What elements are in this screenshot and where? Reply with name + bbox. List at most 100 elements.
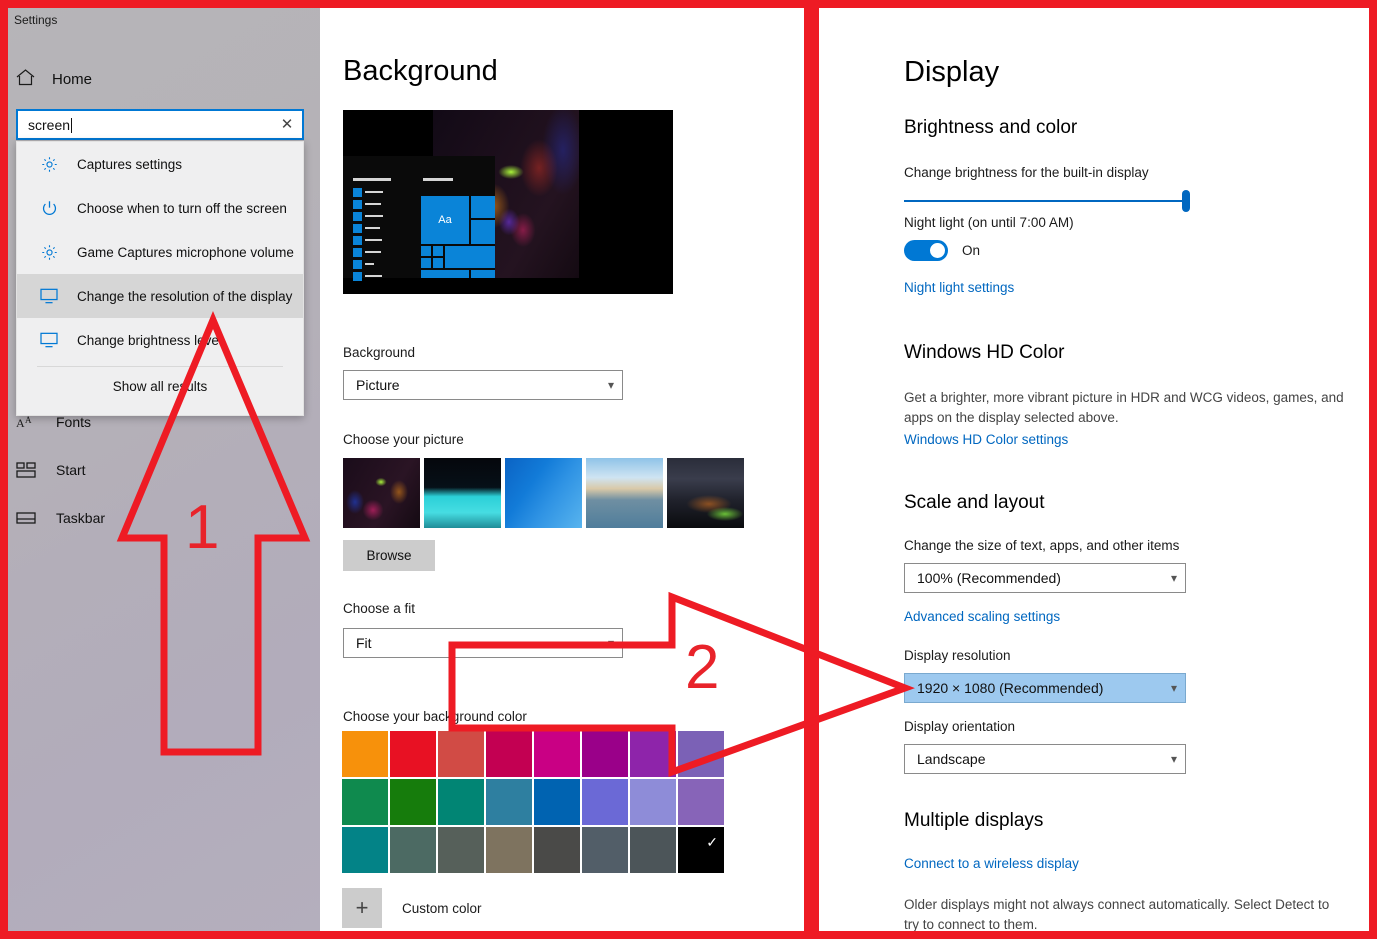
- text-caret: [71, 118, 72, 133]
- suggestion-label: Change the resolution of the display: [77, 289, 292, 304]
- brightness-and-color-heading: Brightness and color: [904, 117, 1077, 139]
- color-swatch[interactable]: [486, 827, 532, 873]
- color-swatch[interactable]: [678, 731, 724, 777]
- picture-thumbnail[interactable]: [424, 458, 501, 528]
- display-resolution-label: Display resolution: [904, 648, 1011, 663]
- color-swatch-selected[interactable]: ✓: [678, 827, 724, 873]
- start-icon: [14, 462, 38, 478]
- suggestion-turn-off-screen[interactable]: Choose when to turn off the screen: [17, 186, 303, 230]
- picture-thumbnail[interactable]: [667, 458, 744, 528]
- sidebar-item-home-label: Home: [52, 71, 92, 88]
- slider-thumb[interactable]: [1182, 190, 1190, 212]
- connect-wireless-display-link[interactable]: Connect to a wireless display: [904, 856, 1079, 871]
- preview-header-bar-right: [423, 178, 453, 181]
- settings-sidebar: Settings Home A A Font: [0, 0, 320, 939]
- taskbar-icon: [14, 511, 38, 525]
- sidebar-item-taskbar[interactable]: Taskbar: [14, 501, 304, 535]
- window-title: Settings: [14, 13, 57, 27]
- color-swatch[interactable]: [678, 779, 724, 825]
- suggestion-captures-settings[interactable]: Captures settings: [17, 142, 303, 186]
- display-resolution-select[interactable]: 1920 × 1080 (Recommended) ▾: [904, 673, 1186, 703]
- sidebar-selection-accent: [0, 215, 4, 239]
- desktop-preview: Aa: [343, 110, 673, 294]
- preview-header-bar-left: [353, 178, 391, 181]
- chevron-down-icon: ▾: [1171, 571, 1177, 585]
- color-swatch[interactable]: [342, 731, 388, 777]
- svg-text:A: A: [25, 415, 32, 425]
- color-swatch[interactable]: [342, 827, 388, 873]
- checkmark-icon: ✓: [706, 835, 718, 849]
- choose-fit-label: Choose a fit: [343, 601, 415, 616]
- color-swatch[interactable]: [630, 779, 676, 825]
- svg-text:A: A: [16, 416, 25, 430]
- color-swatch[interactable]: [582, 827, 628, 873]
- sidebar-item-start-label: Start: [56, 462, 86, 478]
- choose-background-color-label: Choose your background color: [343, 709, 527, 724]
- night-light-settings-link[interactable]: Night light settings: [904, 280, 1014, 295]
- color-swatch[interactable]: [438, 779, 484, 825]
- color-swatch[interactable]: [486, 779, 532, 825]
- fit-select[interactable]: Fit ▾: [343, 628, 623, 658]
- background-type-label: Background: [343, 345, 415, 360]
- color-swatch[interactable]: [438, 827, 484, 873]
- background-type-value: Picture: [356, 377, 608, 393]
- browse-button[interactable]: Browse: [343, 540, 435, 571]
- windows-hd-color-heading: Windows HD Color: [904, 342, 1064, 364]
- color-swatch[interactable]: [630, 827, 676, 873]
- display-orientation-select[interactable]: Landscape ▾: [904, 744, 1186, 774]
- annotation-number-1: 1: [185, 492, 219, 563]
- background-type-select[interactable]: Picture ▾: [343, 370, 623, 400]
- settings-window: Settings Home A A Font: [0, 0, 810, 939]
- brightness-label: Change brightness for the built-in displ…: [904, 165, 1149, 180]
- plus-icon[interactable]: +: [342, 888, 382, 928]
- sidebar-item-start[interactable]: Start: [14, 453, 304, 487]
- color-swatch[interactable]: [486, 731, 532, 777]
- color-swatch[interactable]: [534, 827, 580, 873]
- custom-color-label: Custom color: [402, 901, 482, 916]
- close-icon[interactable]: ✕: [272, 117, 302, 132]
- power-icon: [39, 198, 59, 218]
- suggestion-label: Change brightness level: [77, 333, 222, 348]
- show-all-results-button[interactable]: Show all results: [17, 367, 303, 394]
- preview-app-list: [353, 188, 383, 276]
- chevron-down-icon: ▾: [608, 636, 614, 650]
- suggestion-game-captures-mic[interactable]: Game Captures microphone volume: [17, 230, 303, 274]
- sidebar-item-home[interactable]: Home: [14, 63, 304, 95]
- color-swatch[interactable]: [630, 731, 676, 777]
- color-swatch[interactable]: [390, 779, 436, 825]
- color-swatch[interactable]: [534, 731, 580, 777]
- color-swatch[interactable]: [390, 827, 436, 873]
- display-resolution-value: 1920 × 1080 (Recommended): [917, 680, 1171, 696]
- suggestion-change-resolution[interactable]: Change the resolution of the display: [17, 274, 303, 318]
- picture-thumbnail[interactable]: [505, 458, 582, 528]
- picture-thumbnail-list: [343, 458, 744, 528]
- preview-tile-grid: Aa: [421, 188, 499, 276]
- scale-select[interactable]: 100% (Recommended) ▾: [904, 563, 1186, 593]
- night-light-toggle[interactable]: [904, 240, 948, 261]
- color-swatch[interactable]: [438, 731, 484, 777]
- home-icon: [14, 69, 36, 89]
- monitor-icon: [39, 330, 59, 350]
- chevron-down-icon: ▾: [608, 378, 614, 392]
- search-input-text: screen: [28, 117, 70, 133]
- color-swatch[interactable]: [582, 779, 628, 825]
- gear-icon: [39, 154, 59, 174]
- fonts-icon: A A: [14, 414, 38, 430]
- picture-thumbnail[interactable]: [343, 458, 420, 528]
- advanced-scaling-settings-link[interactable]: Advanced scaling settings: [904, 609, 1060, 624]
- search-input[interactable]: screen ✕: [16, 109, 304, 140]
- color-swatch[interactable]: [534, 779, 580, 825]
- custom-color-row[interactable]: + Custom color: [342, 888, 482, 928]
- brightness-slider[interactable]: [904, 190, 1189, 212]
- color-swatch[interactable]: [390, 731, 436, 777]
- annotation-number-2: 2: [685, 632, 719, 703]
- night-light-label: Night light (on until 7:00 AM): [904, 215, 1074, 230]
- suggestion-change-brightness[interactable]: Change brightness level: [17, 318, 303, 362]
- hd-color-settings-link[interactable]: Windows HD Color settings: [904, 432, 1068, 447]
- color-swatch[interactable]: [342, 779, 388, 825]
- scale-and-layout-heading: Scale and layout: [904, 492, 1045, 514]
- picture-thumbnail[interactable]: [586, 458, 663, 528]
- gear-icon: [39, 242, 59, 262]
- color-swatch[interactable]: [582, 731, 628, 777]
- chevron-down-icon: ▾: [1171, 752, 1177, 766]
